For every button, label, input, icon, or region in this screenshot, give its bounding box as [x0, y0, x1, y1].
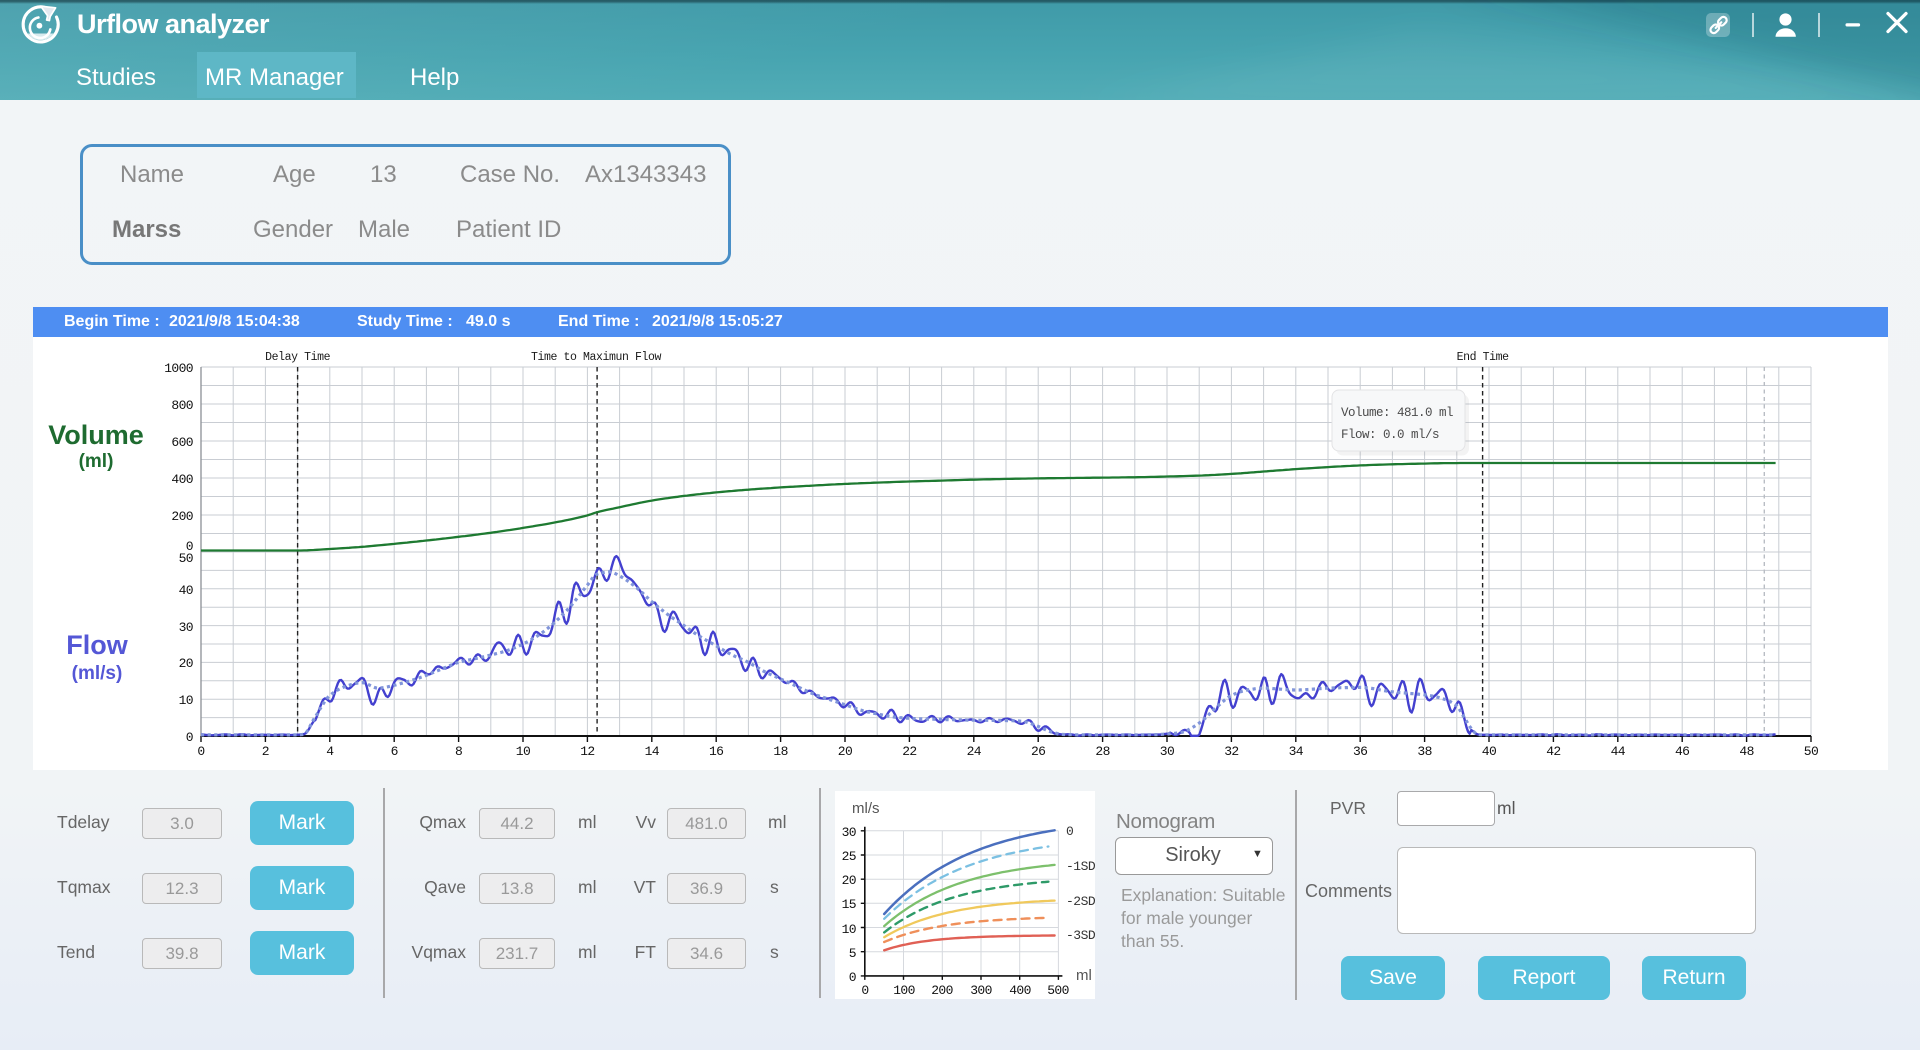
svg-text:18: 18: [773, 744, 787, 759]
svg-text:200: 200: [931, 983, 953, 998]
svg-text:Volume: Volume: [48, 420, 144, 450]
svg-text:32: 32: [1224, 744, 1238, 759]
svg-text:40: 40: [1482, 744, 1496, 759]
svg-text:0: 0: [1066, 824, 1073, 839]
svg-text:0: 0: [197, 744, 204, 759]
svg-text:30: 30: [179, 620, 193, 635]
svg-text:(ml): (ml): [79, 451, 114, 472]
svg-text:25: 25: [842, 849, 856, 864]
svg-text:10: 10: [842, 922, 856, 937]
svg-text:500: 500: [1047, 983, 1069, 998]
svg-text:Flow: 0.0 ml/s: Flow: 0.0 ml/s: [1341, 428, 1439, 442]
svg-text:End Time: End Time: [1457, 351, 1510, 364]
svg-text:200: 200: [171, 509, 193, 524]
svg-text:300: 300: [970, 983, 992, 998]
svg-text:ml/s: ml/s: [852, 800, 880, 817]
svg-text:48: 48: [1739, 744, 1753, 759]
svg-text:24: 24: [967, 744, 982, 759]
svg-text:30: 30: [1160, 744, 1174, 759]
svg-text:4: 4: [326, 744, 334, 759]
svg-text:14: 14: [645, 744, 660, 759]
svg-text:400: 400: [1009, 983, 1031, 998]
svg-text:(ml/s): (ml/s): [72, 663, 123, 684]
svg-text:42: 42: [1546, 744, 1560, 759]
svg-text:10: 10: [179, 693, 193, 708]
svg-text:0: 0: [186, 730, 193, 745]
svg-text:800: 800: [171, 398, 193, 413]
svg-text:34: 34: [1289, 744, 1304, 759]
svg-text:-1SD: -1SD: [1066, 859, 1095, 874]
svg-text:6: 6: [391, 744, 398, 759]
svg-text:20: 20: [838, 744, 852, 759]
svg-text:20: 20: [842, 873, 856, 888]
svg-text:15: 15: [842, 897, 856, 912]
svg-text:Volume: 481.0 ml: Volume: 481.0 ml: [1341, 406, 1453, 420]
svg-text:Flow: Flow: [66, 630, 128, 660]
svg-text:20: 20: [179, 656, 193, 671]
svg-text:16: 16: [709, 744, 723, 759]
svg-text:100: 100: [893, 983, 915, 998]
svg-text:600: 600: [171, 435, 193, 450]
svg-text:0: 0: [849, 970, 856, 985]
svg-text:0: 0: [861, 983, 868, 998]
svg-text:400: 400: [171, 472, 193, 487]
svg-text:50: 50: [179, 551, 193, 566]
svg-text:5: 5: [849, 946, 856, 961]
svg-text:10: 10: [516, 744, 530, 759]
svg-text:36: 36: [1353, 744, 1367, 759]
svg-text:8: 8: [455, 744, 462, 759]
svg-text:50: 50: [1804, 744, 1818, 759]
svg-text:-2SD: -2SD: [1066, 894, 1095, 909]
svg-text:28: 28: [1095, 744, 1109, 759]
svg-text:ml: ml: [1076, 967, 1092, 984]
svg-text:44: 44: [1611, 744, 1626, 759]
svg-text:40: 40: [179, 583, 193, 598]
svg-text:12: 12: [580, 744, 594, 759]
svg-text:Time to Maximun Flow: Time to Maximun Flow: [531, 351, 662, 364]
svg-text:-3SD: -3SD: [1066, 928, 1095, 943]
svg-text:30: 30: [842, 825, 856, 840]
svg-text:Delay Time: Delay Time: [265, 351, 331, 364]
svg-text:46: 46: [1675, 744, 1689, 759]
svg-text:1000: 1000: [164, 361, 193, 376]
svg-text:26: 26: [1031, 744, 1045, 759]
svg-text:38: 38: [1417, 744, 1431, 759]
svg-text:22: 22: [902, 744, 916, 759]
svg-text:2: 2: [262, 744, 269, 759]
